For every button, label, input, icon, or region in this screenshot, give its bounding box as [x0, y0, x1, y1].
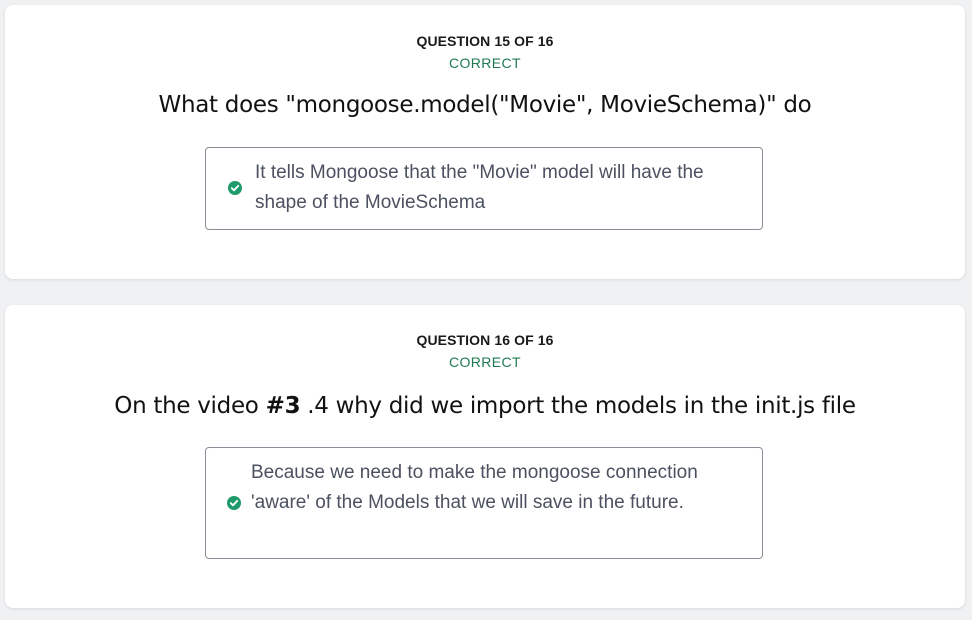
question-counter: QUESTION 16 OF 16 — [416, 332, 554, 348]
question-title-bold: #3 — [265, 393, 301, 419]
result-status: CORRECT — [448, 354, 522, 370]
question-counter: QUESTION 15 OF 16 — [416, 33, 554, 49]
question-title-prefix: On the video — [114, 393, 266, 419]
question-card: QUESTION 15 OF 16 CORRECT What does "mon… — [5, 5, 965, 279]
answer-text: Because we need to make the mongoose con… — [251, 462, 698, 513]
question-title-suffix: .4 why did we import the models in the i… — [300, 393, 856, 419]
check-circle-icon — [228, 181, 242, 195]
question-card: QUESTION 16 OF 16 CORRECT On the video #… — [5, 305, 965, 608]
question-title: What does "mongoose.model("Movie", Movie… — [158, 92, 812, 118]
answer-option: Because we need to make the mongoose con… — [205, 447, 763, 559]
question-title: On the video #3 .4 why did we import the… — [5, 393, 965, 419]
answer-text: It tells Mongoose that the "Movie" model… — [255, 162, 704, 213]
result-status: CORRECT — [448, 55, 522, 71]
check-circle-icon — [227, 496, 241, 510]
answer-option: It tells Mongoose that the "Movie" model… — [205, 147, 763, 230]
